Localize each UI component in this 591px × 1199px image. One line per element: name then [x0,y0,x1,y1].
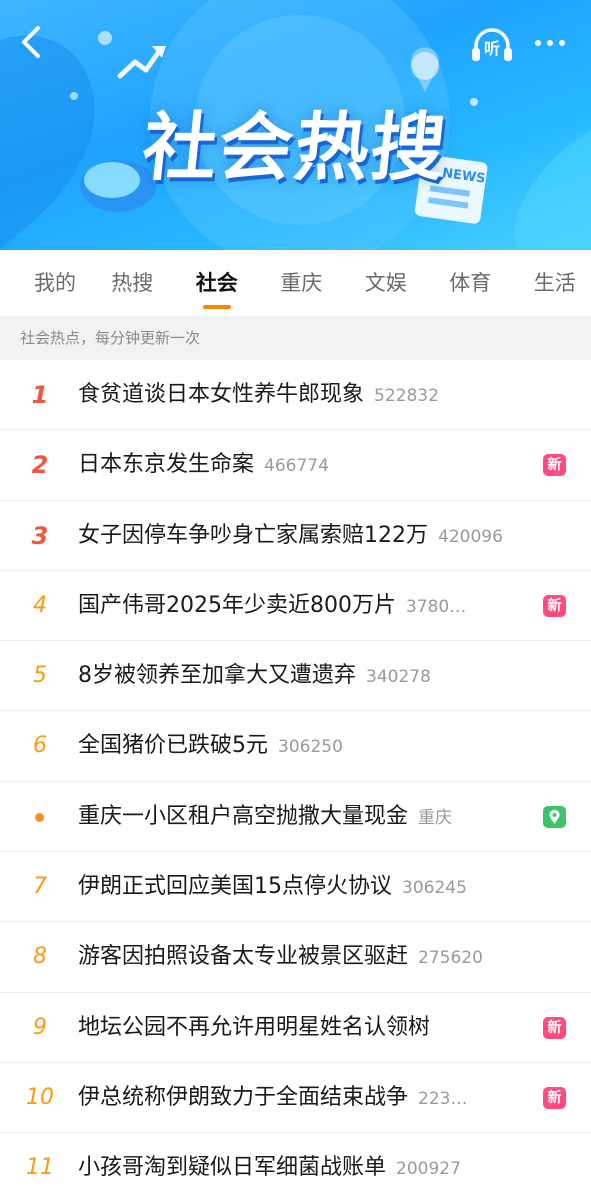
list-item[interactable]: 9 地坛公园不再允许用明星姓名认领树 新 [0,993,591,1063]
tab-label: 体育 [449,271,492,295]
item-count: 223… [418,1088,468,1109]
tab-sports[interactable]: 体育 [428,250,513,316]
new-badge-icon: 新 [543,1016,566,1039]
back-icon[interactable] [14,22,50,62]
item-title: 伊朗正式回应美国15点停火协议 [78,874,392,900]
item-title: 日本东京发生命案 [78,452,255,478]
listen-label: 听 [484,39,500,58]
list-item[interactable]: 11 小孩哥淘到疑似日军细菌战账单 200927 [0,1133,591,1199]
item-count: 340278 [366,667,431,688]
list-item[interactable]: 8 游客因拍照设备太专业被景区驱赶 275620 [0,922,591,993]
item-count: 522832 [374,386,439,406]
item-location: 重庆 [418,807,453,828]
local-dot-icon [35,812,44,822]
rank-number: 5 [33,663,47,689]
rank-number: 1 [31,381,49,409]
hot-search-banner: NEWS 听 社会热搜 [0,0,591,250]
list-item[interactable]: 4 国产伟哥2025年少卖近800万片 3780… 新 [0,571,591,642]
list-item[interactable]: 10 伊总统称伊朗致力于全面结束战争 223… 新 [0,1063,591,1134]
item-count: 306250 [278,737,343,758]
tab-life[interactable]: 生活 [513,250,591,316]
rank-number: 10 [26,1084,54,1110]
tab-label: 生活 [533,271,576,295]
rank-number: 11 [26,1155,54,1181]
tab-label: 社会 [195,271,238,295]
category-tabs: 我的 热搜 社会 重庆 文娱 体育 生活 [0,250,591,316]
banner-title: 社会热搜 [138,105,452,191]
rank-number: 9 [33,1014,47,1040]
tab-label: 热搜 [111,271,154,295]
list-item[interactable]: 2 日本东京发生命案 466774 新 [0,430,591,501]
item-count: 3780… [405,596,467,617]
new-badge-icon: 新 [543,454,566,477]
item-title: 伊总统称伊朗致力于全面结束战争 [78,1084,409,1110]
tab-mine[interactable]: 我的 [20,250,90,316]
item-count: 420096 [438,526,503,547]
item-count: 466774 [264,456,329,477]
rank-number: 8 [33,944,47,970]
item-title: 国产伟哥2025年少卖近800万片 [78,592,396,618]
new-badge-icon: 新 [543,594,566,617]
rank-number: 6 [33,733,47,759]
rank-number: 7 [33,874,47,900]
more-dots-icon[interactable] [528,28,572,58]
item-count: 306245 [402,878,467,899]
hot-search-list: 1 食贫道谈日本女性养牛郎现象 522832 2 日本东京发生命案 466774 新… [0,360,591,1199]
item-title: 全国猪价已跌破5元 [78,733,268,759]
tab-hot-search[interactable]: 热搜 [90,250,175,316]
item-title: 游客因拍照设备太专业被景区驱赶 [78,944,409,970]
update-notice: 社会热点，每分钟更新一次 [0,316,591,360]
tab-label: 文娱 [364,271,407,295]
tab-label: 重庆 [280,271,323,295]
tab-society[interactable]: 社会 [175,250,260,316]
rank-number: 4 [33,592,47,618]
new-badge-icon: 新 [543,1086,566,1109]
item-title: 地坛公园不再允许用明星姓名认领树 [78,1014,431,1040]
list-item[interactable]: 重庆一小区租户高空抛撒大量现金 重庆 [0,782,591,853]
item-title: 小孩哥淘到疑似日军细菌战账单 [78,1155,387,1181]
item-title: 女子因停车争吵身亡家属索赔122万 [78,522,428,548]
item-count: 275620 [418,948,483,969]
active-tab-indicator [202,305,231,309]
list-item[interactable]: 1 食贫道谈日本女性养牛郎现象 522832 [0,360,591,431]
tab-entertainment[interactable]: 文娱 [344,250,429,316]
rank-number: 3 [31,521,49,550]
list-item[interactable]: 6 全国猪价已跌破5元 306250 [0,711,591,782]
item-title: 食贫道谈日本女性养牛郎现象 [78,382,365,407]
item-count: 200927 [396,1159,461,1180]
tab-chongqing[interactable]: 重庆 [259,250,344,316]
list-item[interactable]: 5 8岁被领养至加拿大又遭遗弃 340278 [0,641,591,712]
list-item[interactable]: 7 伊朗正式回应美国15点停火协议 306245 [0,852,591,923]
list-item[interactable]: 3 女子因停车争吵身亡家属索赔122万 420096 [0,501,591,571]
rank-number: 2 [31,451,49,480]
headphones-icon[interactable]: 听 [468,24,516,64]
item-title: 8岁被领养至加拿大又遭遗弃 [78,663,356,689]
item-title: 重庆一小区租户高空抛撒大量现金 [78,803,409,829]
location-pin-icon [543,805,566,828]
tab-label: 我的 [34,271,76,295]
